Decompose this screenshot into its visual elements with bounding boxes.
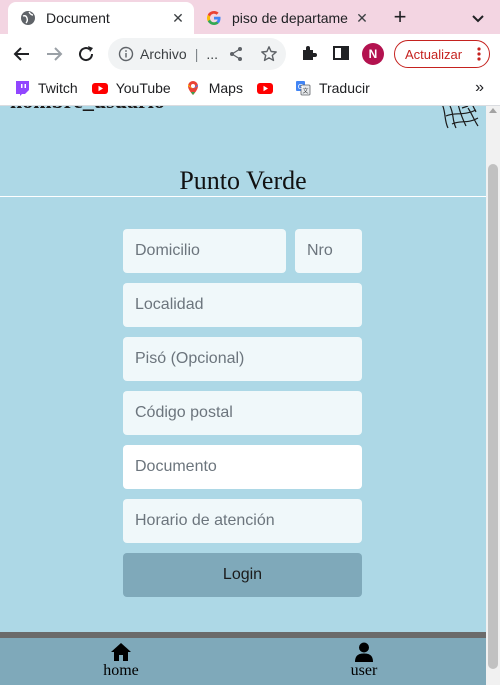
user-icon — [355, 642, 373, 662]
bookmark-maps[interactable]: Maps — [185, 80, 243, 96]
horario-field[interactable]: Horario de atención — [123, 499, 362, 543]
bookmark-label: Maps — [208, 80, 243, 96]
chevron-down-icon[interactable] — [468, 8, 488, 28]
piso-field[interactable]: Pisó (Opcional) — [123, 337, 362, 381]
nav-home-label: home — [103, 662, 139, 679]
forward-icon[interactable] — [42, 42, 66, 66]
address-origin: Archivo — [140, 46, 187, 62]
youtube-icon — [256, 83, 273, 94]
header-divider — [0, 196, 486, 197]
documento-field[interactable]: Documento — [123, 445, 362, 489]
youtube-icon — [91, 83, 108, 94]
bookmark-youtube[interactable]: YouTube — [91, 80, 171, 96]
bookmark-traducir[interactable]: G文 Traducir — [295, 80, 370, 96]
page-viewport: nombre_usuario Punto Verde Domicilio Nro… — [0, 106, 486, 685]
browser-toolbar: Archivo | ... N Actualizar — [0, 34, 500, 74]
maps-icon — [187, 81, 198, 95]
google-icon — [207, 11, 221, 25]
svg-text:文: 文 — [302, 87, 308, 95]
side-panel-icon[interactable] — [332, 44, 350, 62]
share-icon[interactable] — [228, 46, 244, 62]
bookmark-twitch[interactable]: Twitch — [14, 80, 78, 96]
address-bar[interactable]: Archivo | ... — [108, 38, 286, 70]
info-icon[interactable] — [118, 46, 134, 62]
profile-avatar[interactable]: N — [362, 43, 384, 65]
bookmark-label: YouTube — [115, 80, 171, 96]
close-tab-icon[interactable]: ✕ — [354, 10, 370, 26]
globe-icon — [21, 11, 35, 25]
address-truncated: ... — [206, 46, 218, 62]
page-title: Punto Verde — [179, 166, 307, 195]
translate-icon: G文 — [295, 81, 311, 96]
login-button[interactable]: Login — [123, 553, 362, 597]
home-icon — [111, 643, 131, 661]
more-vertical-icon[interactable] — [477, 47, 481, 61]
extensions-icon[interactable] — [300, 44, 318, 62]
close-tab-icon[interactable]: ✕ — [170, 10, 186, 26]
bookmark-label: Twitch — [38, 80, 78, 96]
update-button[interactable]: Actualizar — [394, 40, 490, 68]
logo-icon — [442, 106, 479, 129]
bookmark-label: Traducir — [318, 80, 370, 96]
codigo-postal-field[interactable]: Código postal — [123, 391, 362, 435]
nav-user[interactable]: user — [334, 642, 394, 680]
tab-strip: Document ✕ piso de departame ✕ + — [0, 0, 500, 34]
new-tab-icon[interactable]: + — [388, 6, 412, 29]
reload-icon[interactable] — [74, 42, 98, 66]
nav-user-label: user — [350, 662, 378, 679]
update-label: Actualizar — [405, 46, 463, 62]
tab-title: Document — [46, 10, 110, 26]
nro-field[interactable]: Nro — [295, 229, 362, 273]
bookmarks-more-icon[interactable]: » — [475, 79, 484, 97]
tab-title: piso de departame — [232, 10, 348, 26]
localidad-field[interactable]: Localidad — [123, 283, 362, 327]
scroll-up-icon[interactable] — [489, 108, 497, 113]
nav-home[interactable]: home — [91, 642, 151, 680]
address-separator: | — [194, 46, 199, 62]
domicilio-field[interactable]: Domicilio — [123, 229, 286, 273]
back-icon[interactable] — [10, 42, 34, 66]
twitch-icon — [16, 81, 29, 96]
bottom-nav: home user — [0, 638, 486, 685]
username-heading: nombre_usuario — [10, 106, 165, 114]
page-scrollbar[interactable] — [486, 106, 500, 685]
bookmark-youtube-2[interactable] — [256, 80, 281, 96]
scrollbar-thumb[interactable] — [488, 164, 498, 669]
tab-piso[interactable]: piso de departame ✕ — [198, 2, 378, 34]
bookmarks-bar: Twitch YouTube Maps G文 Traducir » — [0, 74, 500, 102]
tab-document[interactable]: Document ✕ — [8, 2, 194, 34]
bookmark-star-icon[interactable] — [260, 45, 278, 63]
